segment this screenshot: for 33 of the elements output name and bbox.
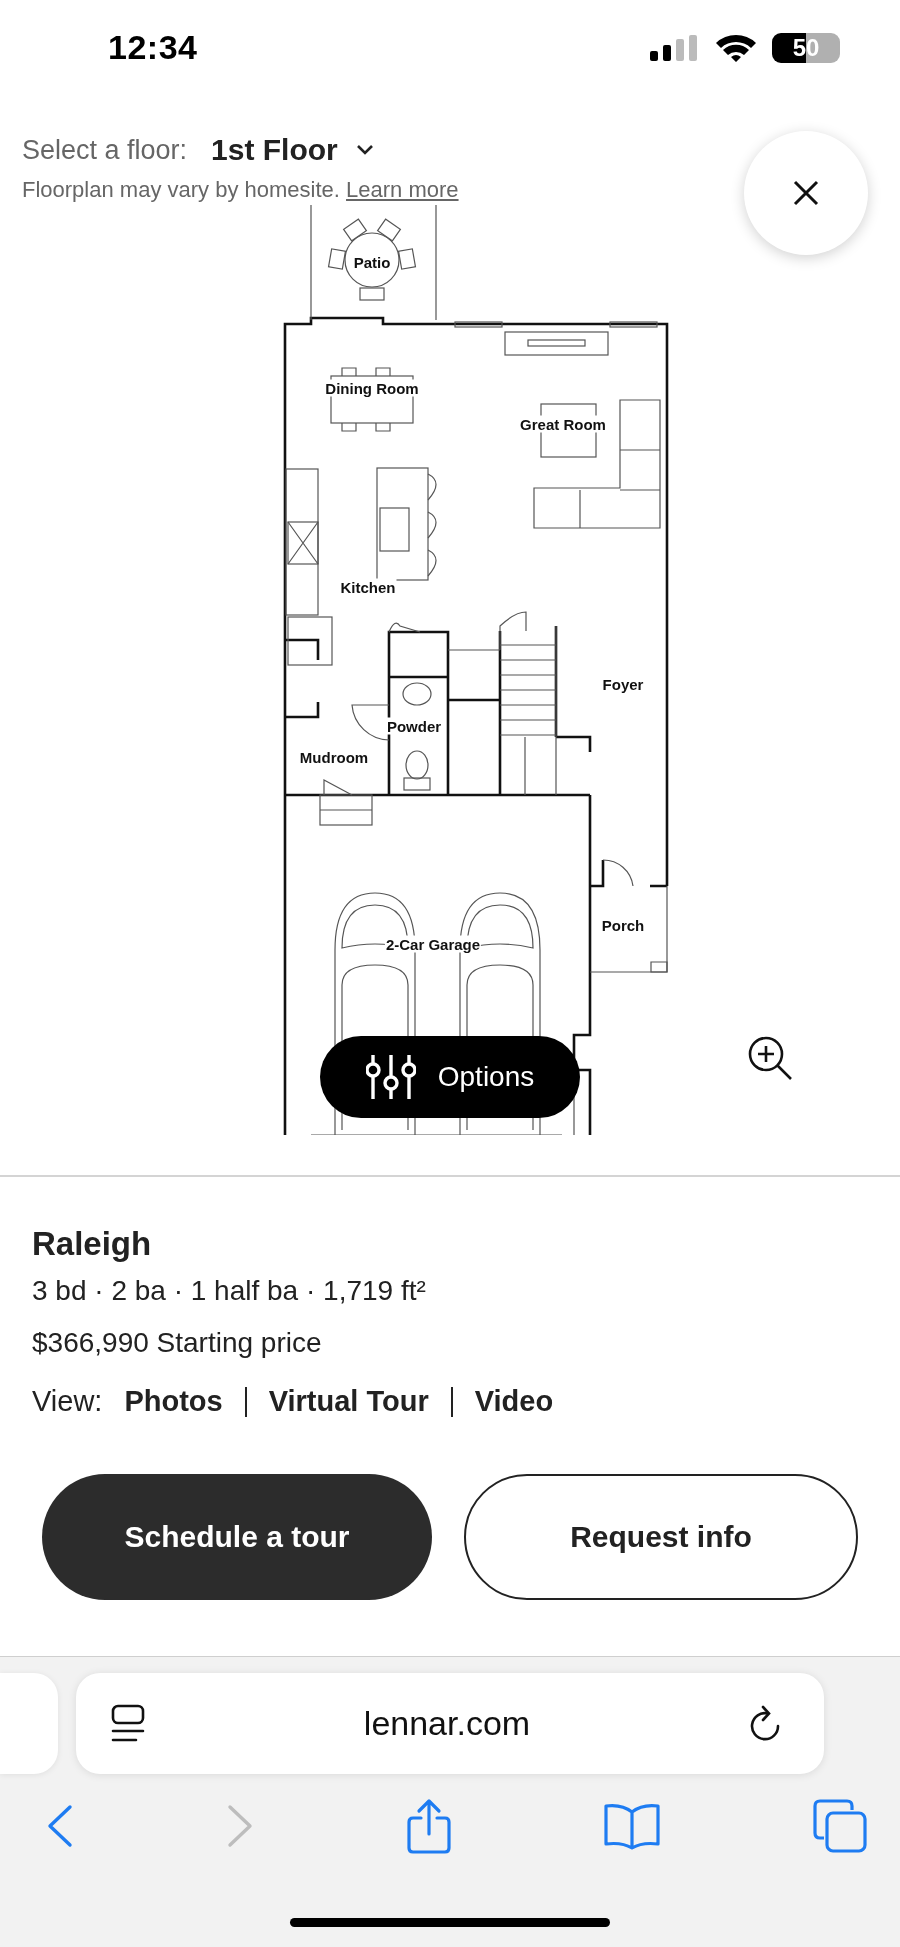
schedule-tour-button[interactable]: Schedule a tour: [42, 1474, 432, 1600]
reader-icon[interactable]: [110, 1703, 146, 1744]
view-label: View:: [32, 1385, 103, 1418]
floor-label: Select a floor:: [22, 134, 188, 166]
room-label: Dining Room: [324, 379, 420, 397]
address-bar[interactable]: lennar.com: [76, 1673, 824, 1774]
view-link[interactable]: Photos: [124, 1385, 223, 1418]
zoom-in-icon[interactable]: [747, 1035, 793, 1081]
url-text: lennar.com: [363, 1704, 531, 1743]
home-specs: 3 bd · 2 ba · 1 half ba · 1,719 ft²: [32, 1275, 427, 1307]
clock-time: 12:34: [108, 28, 198, 67]
room-label: 2-Car Garage: [384, 935, 482, 953]
options-button[interactable]: Options: [320, 1036, 580, 1118]
room-label: Powder: [385, 717, 443, 735]
tabs-icon[interactable]: [812, 1798, 868, 1854]
view-link[interactable]: Video: [474, 1385, 554, 1418]
close-icon: [792, 179, 820, 207]
notice-text: Floorplan may vary by homesite.: [22, 177, 341, 202]
share-icon[interactable]: [405, 1798, 452, 1854]
home-name: Raleigh: [32, 1225, 153, 1263]
floor-dropdown[interactable]: 1st Floor: [211, 133, 374, 167]
request-info-button[interactable]: Request info: [464, 1474, 858, 1600]
signal-icon: [650, 34, 700, 61]
battery-percent: 50: [792, 33, 820, 62]
room-label: Great Room: [519, 415, 607, 433]
back-icon[interactable]: [45, 1804, 75, 1848]
view-link[interactable]: Virtual Tour: [268, 1385, 429, 1418]
learn-more-link[interactable]: Learn more: [346, 177, 459, 202]
chevron-down-icon: [355, 144, 374, 156]
book-icon[interactable]: [601, 1802, 662, 1850]
room-label: Kitchen: [339, 578, 397, 596]
home-price: $366,990 Starting price: [32, 1327, 323, 1359]
sliders-icon: [365, 1055, 416, 1099]
